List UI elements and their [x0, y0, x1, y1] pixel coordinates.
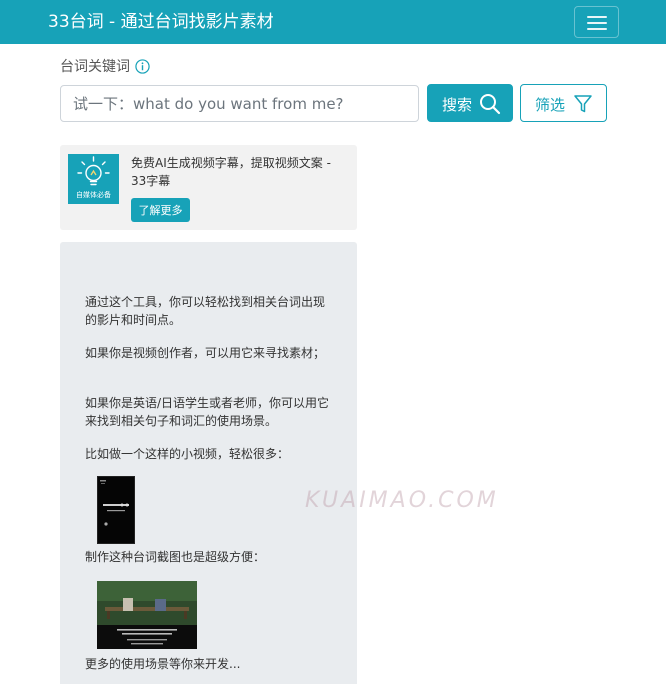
filter-button-label: 筛选	[535, 96, 566, 114]
promo-logo-text: 自媒体必备	[76, 191, 111, 199]
promo-text[interactable]: 免费AI生成视频字幕，提取视频文案 - 33字幕	[131, 154, 349, 190]
hamburger-menu-icon-bar	[587, 28, 607, 30]
intro-paragraph-6: 更多的使用场景等你来开发...	[85, 657, 241, 671]
intro-card: 通过这个工具，你可以轻松找到相关台词出现的影片和时间点。 如果你是视频创作者，可…	[60, 242, 357, 684]
navbar: 33台词 - 通过台词找影片素材	[0, 0, 666, 44]
hamburger-menu-icon	[587, 16, 607, 18]
search-button[interactable]: 搜索	[427, 84, 513, 122]
site-brand[interactable]: 33台词 - 通过台词找影片素材	[48, 10, 274, 34]
promo-logo[interactable]: 自媒体必备	[68, 154, 119, 204]
search-input[interactable]	[60, 85, 419, 122]
info-icon[interactable]	[135, 59, 150, 74]
search-button-label: 搜索	[442, 96, 473, 114]
keyword-label: 台词关键词	[60, 59, 130, 75]
intro-paragraph-1: 通过这个工具，你可以轻松找到相关台词出现的影片和时间点。	[85, 295, 326, 327]
search-icon	[480, 94, 501, 115]
filter-icon	[574, 95, 592, 113]
intro-paragraph-4: 比如做一个这样的小视频，轻松很多：	[85, 447, 290, 461]
promo-card: 自媒体必备 免费AI生成视频字幕，提取视频文案 - 33字幕 了解更多	[60, 145, 357, 230]
watermark: KUAIMAO.COM	[305, 488, 499, 513]
intro-paragraph-5: 制作这种台词截图也是超级方便：	[85, 550, 266, 564]
short-video-example-graphic	[100, 480, 129, 526]
intro-paragraph-3: 如果你是英语/日语学生或者老师，你可以用它来找到相关句子和词汇的使用场景。	[85, 396, 330, 428]
intro-paragraph-2: 如果你是视频创作者，可以用它来寻找素材；	[85, 346, 326, 360]
learn-more-button[interactable]: 了解更多	[131, 198, 190, 222]
filter-button[interactable]: 筛选	[520, 84, 607, 122]
hamburger-menu-button[interactable]	[574, 6, 619, 38]
hamburger-menu-icon-bar	[587, 22, 607, 24]
movie-scene-graphic	[97, 581, 197, 649]
short-video-example-image[interactable]	[97, 476, 135, 544]
lightbulb-icon	[77, 156, 110, 186]
subtitle-screenshot-example-image[interactable]	[97, 581, 197, 649]
